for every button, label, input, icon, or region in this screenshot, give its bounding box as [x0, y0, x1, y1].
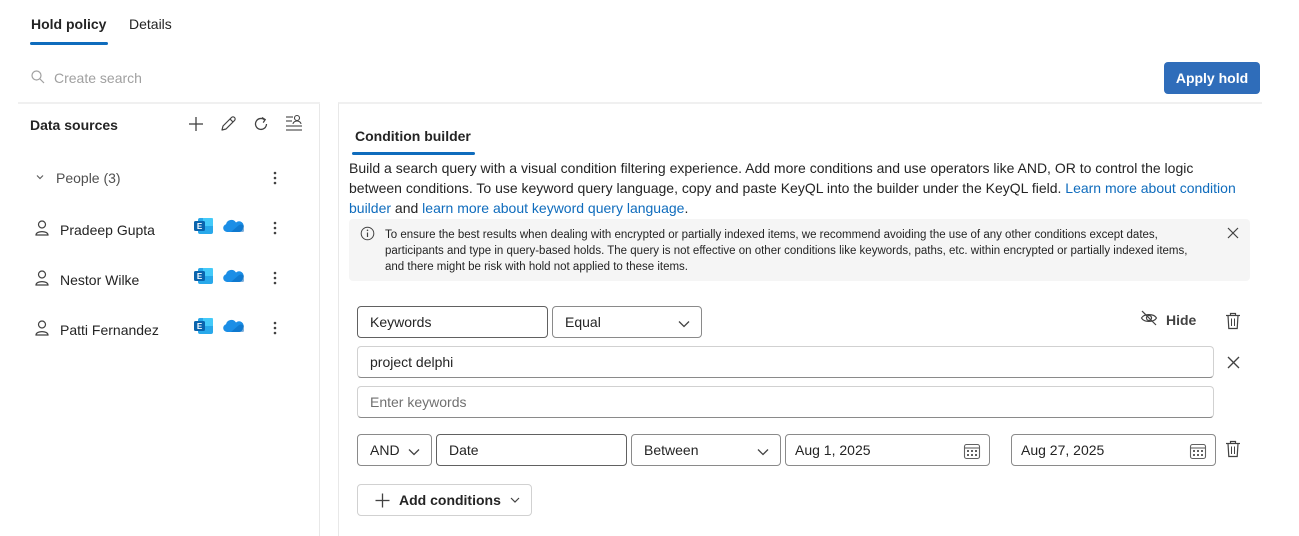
- logic-value: AND: [370, 442, 400, 458]
- people-group-label: People (3): [56, 170, 121, 186]
- search-input[interactable]: [54, 70, 314, 86]
- keyword-value: project delphi: [370, 354, 454, 370]
- edit-icon[interactable]: [216, 112, 240, 136]
- keyql-link[interactable]: learn more about keyword query language: [422, 200, 684, 216]
- start-date-picker[interactable]: Aug 1, 2025: [785, 434, 990, 466]
- end-date-value: Aug 27, 2025: [1021, 442, 1105, 458]
- eye-off-icon: [1140, 310, 1158, 329]
- active-tab-indicator: [352, 152, 475, 155]
- start-date-value: Aug 1, 2025: [795, 442, 871, 458]
- keywords-placeholder: Enter keywords: [370, 394, 467, 410]
- and-text: and: [391, 200, 423, 216]
- end-date-picker[interactable]: Aug 27, 2025: [1011, 434, 1216, 466]
- add-icon[interactable]: [184, 112, 208, 136]
- remove-keyword-icon[interactable]: [1226, 355, 1241, 373]
- chevron-down-icon: [677, 317, 691, 333]
- builder-description: Build a search query with a visual condi…: [349, 158, 1249, 218]
- add-icon: [374, 492, 391, 509]
- logic-operator-dropdown[interactable]: AND: [357, 434, 432, 466]
- onedrive-icon: [222, 219, 246, 236]
- chevron-down-icon: [756, 445, 770, 461]
- source-icons: E: [194, 317, 246, 338]
- exchange-icon: E: [194, 267, 214, 288]
- svg-text:E: E: [197, 222, 203, 231]
- hide-button[interactable]: Hide: [1140, 310, 1196, 329]
- people-group-header[interactable]: People (3): [34, 170, 121, 186]
- enter-keywords-input[interactable]: Enter keywords: [357, 386, 1214, 418]
- person-icon: [34, 319, 50, 340]
- manage-icon[interactable]: [282, 111, 306, 135]
- source-icons: E: [194, 267, 246, 288]
- info-icon: [360, 226, 375, 244]
- onedrive-icon: [222, 269, 246, 286]
- svg-text:E: E: [197, 322, 203, 331]
- calendar-icon: [963, 442, 981, 463]
- chevron-down-icon: [34, 170, 46, 186]
- exchange-icon: E: [194, 317, 214, 338]
- person-icon: [34, 219, 50, 240]
- more-options-icon[interactable]: [266, 218, 284, 238]
- operator-value: Equal: [565, 314, 601, 330]
- person-name: Nestor Wilke: [60, 271, 140, 288]
- list-item[interactable]: Patti Fernandez: [34, 319, 159, 340]
- active-tab-indicator: [30, 42, 108, 45]
- tab-condition-builder[interactable]: Condition builder: [355, 128, 471, 144]
- refresh-icon[interactable]: [249, 112, 273, 136]
- person-name: Patti Fernandez: [60, 321, 159, 338]
- tab-details[interactable]: Details: [129, 16, 172, 32]
- more-options-icon[interactable]: [266, 168, 284, 188]
- onedrive-icon: [222, 319, 246, 336]
- operator-value: Between: [644, 442, 699, 458]
- info-message-bar: To ensure the best results when dealing …: [349, 219, 1250, 281]
- hide-label: Hide: [1166, 311, 1197, 328]
- delete-icon[interactable]: [1225, 312, 1241, 333]
- svg-text:E: E: [197, 272, 203, 281]
- data-sources-title: Data sources: [30, 117, 118, 133]
- person-icon: [34, 269, 50, 290]
- tab-hold-policy[interactable]: Hold policy: [31, 16, 106, 32]
- info-message-text: To ensure the best results when dealing …: [385, 229, 1188, 273]
- chevron-down-icon: [509, 495, 521, 505]
- more-options-icon[interactable]: [266, 318, 284, 338]
- condition-field-select[interactable]: Date: [436, 434, 627, 466]
- condition-operator-dropdown[interactable]: Between: [631, 434, 781, 466]
- condition-operator-dropdown[interactable]: Equal: [552, 306, 702, 338]
- add-conditions-button[interactable]: Add conditions: [357, 484, 532, 516]
- add-conditions-label: Add conditions: [399, 492, 501, 508]
- exchange-icon: E: [194, 217, 214, 238]
- person-name: Pradeep Gupta: [60, 221, 155, 238]
- search-box[interactable]: [30, 64, 330, 92]
- chevron-down-icon: [407, 445, 421, 461]
- delete-icon[interactable]: [1225, 440, 1241, 461]
- keyword-value-field[interactable]: project delphi: [357, 346, 1214, 378]
- list-item[interactable]: Nestor Wilke: [34, 269, 139, 290]
- apply-hold-button[interactable]: Apply hold: [1164, 62, 1260, 94]
- source-icons: E: [194, 217, 246, 238]
- search-icon: [30, 69, 46, 88]
- condition-field-value: Keywords: [370, 314, 432, 330]
- condition-field-select[interactable]: Keywords: [357, 306, 548, 338]
- close-icon[interactable]: [1226, 226, 1240, 243]
- calendar-icon: [1189, 442, 1207, 463]
- list-item[interactable]: Pradeep Gupta: [34, 219, 155, 240]
- condition-field-value: Date: [449, 442, 479, 458]
- period-text: .: [684, 200, 689, 216]
- more-options-icon[interactable]: [266, 268, 284, 288]
